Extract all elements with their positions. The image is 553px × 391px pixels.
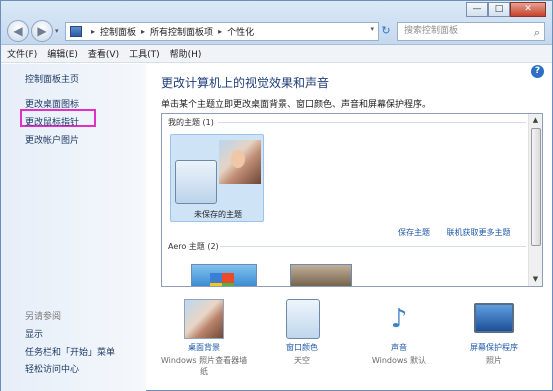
group-divider <box>218 122 526 123</box>
option-value: Windows 默认 <box>371 356 427 365</box>
display-link[interactable]: 显示 <box>25 327 43 340</box>
breadcrumb-separator-icon[interactable]: ▸ <box>91 27 95 36</box>
refresh-icon[interactable]: ↻ <box>377 22 395 41</box>
sounds-option[interactable]: ♪ 声音 Windows 默认 <box>353 297 445 387</box>
address-dropdown-icon[interactable]: ▾ <box>370 25 374 33</box>
option-value: Windows 照片查看器墙纸 <box>160 356 248 376</box>
aero-theme-second-thumbnail[interactable] <box>290 264 352 286</box>
window-color-icon <box>286 299 320 339</box>
breadcrumb-control-panel[interactable]: 控制面板 <box>100 25 136 38</box>
wallpaper-icon <box>184 299 224 339</box>
unsaved-theme-card[interactable]: 未保存的主题 <box>170 134 264 222</box>
screensaver-icon <box>474 303 514 333</box>
sound-icon: ♪ <box>390 304 408 334</box>
menu-file[interactable]: 文件(F) <box>7 47 37 60</box>
theme-list-scrollbar[interactable]: ▲ ▼ <box>528 114 542 286</box>
breadcrumb-separator-icon[interactable]: ▸ <box>141 27 145 36</box>
theme-links: 保存主题 联机获取更多主题 <box>398 227 525 238</box>
recent-pages-dropdown-icon[interactable]: ▾ <box>55 27 59 35</box>
option-value: 照片 <box>486 356 502 365</box>
scroll-up-icon[interactable]: ▲ <box>529 114 542 127</box>
theme-wallpaper-thumbnail <box>219 140 261 184</box>
scroll-down-icon[interactable]: ▼ <box>529 273 542 286</box>
menu-bar: 文件(F) 编辑(E) 查看(V) 工具(T) 帮助(H) <box>1 45 552 63</box>
theme-window-color-preview <box>175 160 217 204</box>
save-theme-link[interactable]: 保存主题 <box>398 228 430 237</box>
desktop-background-option[interactable]: 桌面背景 Windows 照片查看器墙纸 <box>158 297 250 387</box>
ease-of-access-link[interactable]: 轻松访问中心 <box>25 362 79 375</box>
aero-theme-windows-thumbnail[interactable] <box>191 264 257 286</box>
change-account-picture-link[interactable]: 更改帐户图片 <box>25 133 79 146</box>
page-title: 更改计算机上的视觉效果和声音 <box>161 76 330 90</box>
caption-buttons: — □ ✕ <box>466 2 546 17</box>
title-bar: — □ ✕ ◀ ▶ ▾ ▸ 控制面板 ▸ 所有控制面板项 ▸ 个性化 ▾ ↻ 搜… <box>1 1 552 45</box>
aero-themes-label[interactable]: Aero 主题 (2) <box>168 241 219 252</box>
search-input[interactable]: 搜索控制面板 ⌕ <box>397 22 545 41</box>
maximize-button[interactable]: □ <box>488 2 510 17</box>
menu-edit[interactable]: 编辑(E) <box>47 47 78 60</box>
address-bar[interactable]: ▸ 控制面板 ▸ 所有控制面板项 ▸ 个性化 ▾ <box>65 22 379 41</box>
search-icon[interactable]: ⌕ <box>534 24 540 41</box>
see-also-label: 另请参阅 <box>25 312 62 322</box>
option-label[interactable]: 窗口颜色 <box>256 342 348 353</box>
screen-saver-option[interactable]: 屏幕保护程序 照片 <box>448 297 540 387</box>
back-button[interactable]: ◀ <box>7 20 29 42</box>
my-themes-label[interactable]: 我的主题 (1) <box>168 117 214 128</box>
forward-button[interactable]: ▶ <box>31 20 53 42</box>
minimize-button[interactable]: — <box>466 2 488 17</box>
taskbar-start-menu-link[interactable]: 任务栏和「开始」菜单 <box>25 345 115 358</box>
search-placeholder: 搜索控制面板 <box>404 26 459 36</box>
menu-view[interactable]: 查看(V) <box>88 47 119 60</box>
option-label[interactable]: 声音 <box>353 342 445 353</box>
control-panel-icon <box>70 26 82 37</box>
get-more-themes-link[interactable]: 联机获取更多主题 <box>447 228 511 237</box>
theme-list: 我的主题 (1) 未保存的主题 保存主题 联机获取更多主题 Aero 主题 (2… <box>161 113 543 287</box>
option-label[interactable]: 屏幕保护程序 <box>448 342 540 353</box>
unsaved-theme-name: 未保存的主题 <box>194 210 242 219</box>
task-pane: 控制面板主页 更改桌面图标 更改鼠标指针 更改帐户图片 另请参阅 显示 任务栏和… <box>1 64 146 391</box>
breadcrumb-all-items[interactable]: 所有控制面板项 <box>150 25 213 38</box>
window-color-option[interactable]: 窗口颜色 天空 <box>256 297 348 387</box>
group-divider <box>220 246 526 247</box>
breadcrumb-separator-icon[interactable]: ▸ <box>218 27 222 36</box>
option-label[interactable]: 桌面背景 <box>158 342 250 353</box>
change-mouse-pointers-link[interactable]: 更改鼠标指针 <box>25 115 79 128</box>
scrollbar-thumb[interactable] <box>531 128 541 246</box>
close-button[interactable]: ✕ <box>510 2 546 17</box>
help-icon[interactable]: ? <box>531 65 544 78</box>
menu-tools[interactable]: 工具(T) <box>129 47 160 60</box>
personalization-window: — □ ✕ ◀ ▶ ▾ ▸ 控制面板 ▸ 所有控制面板项 ▸ 个性化 ▾ ↻ 搜… <box>0 0 553 391</box>
control-panel-home-link[interactable]: 控制面板主页 <box>25 72 79 85</box>
menu-help[interactable]: 帮助(H) <box>170 47 202 60</box>
navigation-row: ◀ ▶ ▾ ▸ 控制面板 ▸ 所有控制面板项 ▸ 个性化 ▾ ↻ 搜索控制面板 … <box>5 19 550 43</box>
page-description: 单击某个主题立即更改桌面背景、窗口颜色、声音和屏幕保护程序。 <box>161 100 432 110</box>
option-value: 天空 <box>294 356 310 365</box>
breadcrumb-personalization[interactable]: 个性化 <box>227 25 254 38</box>
